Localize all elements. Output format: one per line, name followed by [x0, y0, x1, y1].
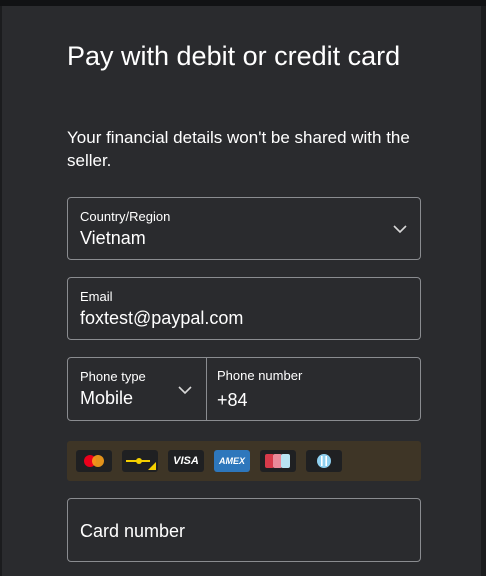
chevron-down-icon — [178, 385, 192, 395]
country-label: Country/Region — [80, 209, 171, 224]
scrollbar-track — [481, 6, 486, 576]
email-label: Email — [80, 289, 113, 304]
phone-type-value: Mobile — [80, 388, 134, 408]
chevron-down-icon — [393, 224, 407, 234]
phone-number-value: +84 — [217, 390, 248, 410]
phone-type-label: Phone type — [80, 369, 146, 384]
country-value: Vietnam — [80, 228, 146, 248]
visa-icon: VISA — [168, 450, 204, 472]
email-value: foxtest@paypal.com — [80, 308, 244, 328]
mastercard-icon — [76, 450, 112, 472]
diners-club-icon — [306, 450, 342, 472]
accepted-cards: VISA AMEX — [67, 441, 421, 481]
phone-type-select[interactable]: Phone type Mobile — [68, 358, 206, 420]
page-subtitle: Your financial details won't be shared w… — [67, 128, 410, 170]
card-number-field[interactable]: Card number — [67, 498, 421, 562]
amex-icon: AMEX — [214, 450, 250, 472]
phone-number-label: Phone number — [217, 368, 303, 383]
page-title: Pay with debit or credit card — [67, 41, 401, 71]
payment-page: Pay with debit or credit card Your finan… — [0, 0, 486, 576]
country-select[interactable]: Country/Region Vietnam — [67, 197, 421, 260]
jcb-icon — [260, 450, 296, 472]
card-number-placeholder: Card number — [80, 521, 186, 541]
email-field[interactable]: Email foxtest@paypal.com — [67, 277, 421, 340]
phone-number-field[interactable]: Phone number +84 — [207, 358, 420, 420]
maestro-icon — [122, 450, 158, 472]
